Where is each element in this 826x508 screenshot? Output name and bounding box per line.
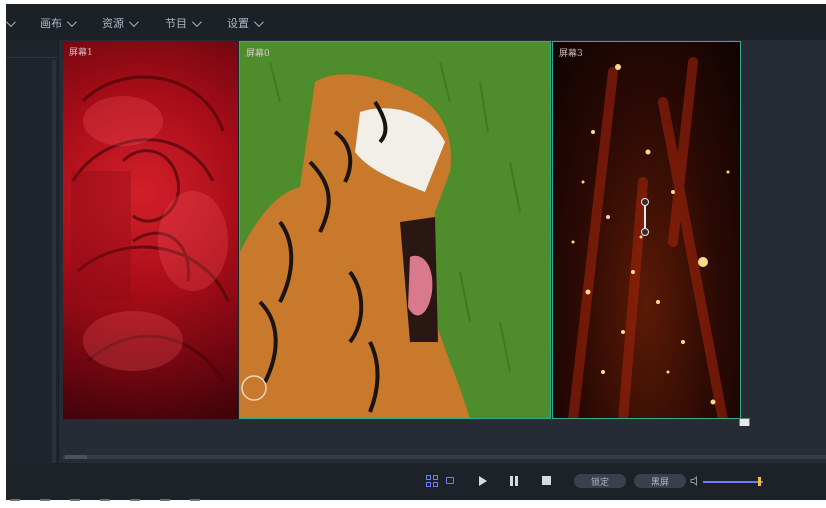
- menu-collapse-chevron[interactable]: [6, 14, 16, 32]
- menu-item-programs[interactable]: 节目: [165, 14, 202, 32]
- chevron-down-icon: [191, 16, 202, 27]
- status-tick: [40, 499, 50, 501]
- screen-label: 屏幕1: [69, 48, 93, 58]
- pause-bar: [510, 476, 513, 486]
- screen-3-particles[interactable]: 屏幕3: [552, 41, 741, 419]
- chevron-down-icon: [253, 16, 264, 27]
- single-view-button[interactable]: [446, 477, 454, 484]
- pause-button[interactable]: [510, 476, 518, 486]
- status-tick: [100, 499, 110, 501]
- chevron-down-icon: [66, 16, 77, 27]
- left-panel: [6, 40, 59, 500]
- grid-icon-cell: [426, 475, 431, 480]
- rotate-handle-bottom[interactable]: [641, 228, 649, 236]
- timeline-track[interactable]: [63, 455, 826, 459]
- transport-bar: 锁定 黑屏: [6, 463, 826, 500]
- menu-item-label: 设置: [227, 17, 249, 30]
- timeline-playhead[interactable]: [65, 455, 87, 459]
- status-tick: [190, 499, 200, 501]
- menu-bar: 画布 资源 节目 设置: [6, 4, 826, 40]
- rose-image: [71, 75, 230, 382]
- canvas-stage[interactable]: 屏幕1 屏幕0 屏幕3: [63, 41, 741, 419]
- volume-slider[interactable]: [703, 481, 763, 483]
- status-tick: [160, 499, 170, 501]
- timeline[interactable]: [63, 426, 826, 462]
- screen-0-tiger[interactable]: 屏幕0: [239, 41, 551, 419]
- grid-icon-cell: [426, 482, 431, 487]
- left-panel-scrollbar[interactable]: [52, 60, 56, 480]
- grid-icon-cell: [433, 475, 438, 480]
- blackscreen-button[interactable]: 黑屏: [634, 474, 686, 488]
- menu-item-settings[interactable]: 设置: [227, 14, 264, 32]
- menu-item-resources[interactable]: 资源: [102, 14, 139, 32]
- rotate-handle-top[interactable]: [641, 198, 649, 206]
- status-tick: [70, 499, 80, 501]
- panel-divider: [6, 57, 58, 58]
- screen-1-rose[interactable]: 屏幕1: [63, 41, 238, 419]
- menu-item-canvas[interactable]: 画布: [40, 14, 77, 32]
- menu-item-label: 画布: [40, 17, 62, 30]
- menu-item-label: 节目: [165, 17, 187, 30]
- pause-bar: [515, 476, 518, 486]
- stop-button[interactable]: [542, 476, 551, 485]
- rotate-handle-line: [644, 206, 646, 228]
- screen-label: 屏幕0: [246, 49, 270, 59]
- chevron-down-icon: [128, 16, 139, 27]
- lock-button[interactable]: 锁定: [574, 474, 626, 488]
- grid-view-button[interactable]: [426, 475, 438, 487]
- status-tick: [130, 499, 140, 501]
- app-window: 画布 资源 节目 设置 屏幕1 屏幕0 屏幕3 锁定 黑屏: [6, 4, 826, 500]
- grid-icon-cell: [433, 482, 438, 487]
- status-tick: [10, 499, 20, 501]
- play-button[interactable]: [479, 476, 487, 486]
- tiger-image: [240, 42, 550, 418]
- volume-slider-knob[interactable]: [758, 477, 761, 486]
- menu-item-label: 资源: [102, 17, 124, 30]
- status-strip: [0, 497, 240, 503]
- chevron-down-icon: [6, 16, 16, 27]
- screen-label: 屏幕3: [559, 49, 583, 59]
- volume-icon[interactable]: [690, 476, 700, 486]
